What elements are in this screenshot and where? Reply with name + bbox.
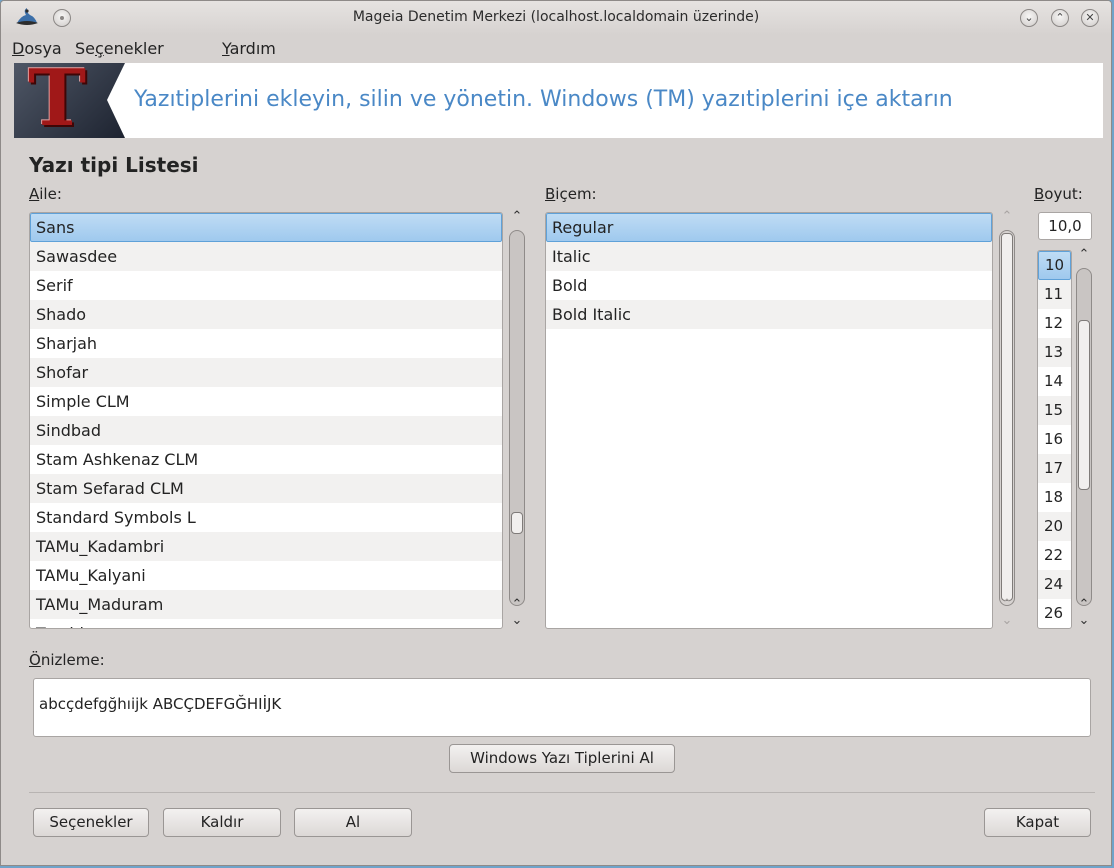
font-family-item[interactable]: Stam Sefarad CLM <box>30 474 502 503</box>
font-style-item[interactable]: Bold Italic <box>546 300 992 329</box>
font-family-item[interactable]: TAMu_Kadambri <box>30 532 502 561</box>
font-size-item[interactable]: 11 <box>1038 280 1071 309</box>
font-family-item[interactable]: Stam Ashkenaz CLM <box>30 445 502 474</box>
header-banner: T Yazıtiplerini ekleyin, silin ve yöneti… <box>14 59 1103 139</box>
close-icon: ✕ <box>1085 11 1095 24</box>
minimize-button[interactable]: ⌄ <box>1020 9 1038 27</box>
font-family-item[interactable]: Simple CLM <box>30 387 502 416</box>
chevron-up-icon[interactable]: ⌃ <box>1076 248 1092 262</box>
chevron-down-icon[interactable]: ⌄ <box>999 614 1015 628</box>
font-family-item[interactable]: Sawasdee <box>30 242 502 271</box>
font-size-item[interactable]: 24 <box>1038 570 1071 599</box>
font-size-item[interactable]: 22 <box>1038 541 1071 570</box>
separator <box>29 792 1095 793</box>
chevron-up-icon[interactable]: ⌃ <box>509 598 525 612</box>
preview-box: abcçdefgğhıijk ABCÇDEFGĞHIİJK <box>33 678 1091 737</box>
font-family-item[interactable]: Sindbad <box>30 416 502 445</box>
section-title: Yazı tipi Listesi <box>29 153 199 177</box>
fonts-logo-icon: T <box>14 59 125 139</box>
main-window: Mageia Denetim Merkezi (localhost.locald… <box>0 0 1112 866</box>
font-family-item[interactable]: Shado <box>30 300 502 329</box>
font-family-item[interactable]: TAMu_Kalyani <box>30 561 502 590</box>
chevron-up-icon: ⌃ <box>1055 11 1065 24</box>
family-label: Aile: <box>29 185 62 203</box>
font-size-item[interactable]: 16 <box>1038 425 1071 454</box>
style-scrollbar[interactable]: ⌃ ⌃ ⌄ <box>998 210 1016 630</box>
chevron-up-icon[interactable]: ⌃ <box>509 210 525 224</box>
menu-yardim[interactable]: Yardım <box>222 39 276 58</box>
chevron-up-icon[interactable]: ⌃ <box>999 210 1015 224</box>
close-button[interactable]: Kapat <box>984 808 1091 837</box>
remove-button[interactable]: Kaldır <box>163 808 281 837</box>
family-list[interactable]: Sans Sawasdee Serif Shado Sharjah Shofar Simpl… <box>29 212 503 629</box>
window-title: Mageia Denetim Merkezi (localhost.locald… <box>352 9 760 25</box>
scroll-handle[interactable] <box>1078 320 1090 490</box>
scroll-handle[interactable] <box>1001 233 1013 601</box>
menu-secenekler[interactable]: Seçenekler <box>75 39 164 58</box>
chevron-down-icon: ⌄ <box>1024 11 1034 24</box>
font-size-item[interactable]: 18 <box>1038 483 1071 512</box>
get-button[interactable]: Al <box>294 808 412 837</box>
font-family-item[interactable]: Standard Symbols L <box>30 503 502 532</box>
font-style-item[interactable]: Bold <box>546 271 992 300</box>
font-size-item[interactable]: 26 <box>1038 599 1071 628</box>
menubar: Dosya Seçenekler Yardım <box>1 35 1111 63</box>
size-input[interactable]: 10,0 <box>1038 212 1092 240</box>
style-list[interactable]: Regular Italic Bold Bold Italic <box>545 212 993 629</box>
font-family-item[interactable]: Sharjah <box>30 329 502 358</box>
titlebar[interactable]: Mageia Denetim Merkezi (localhost.locald… <box>1 1 1111 35</box>
close-window-button[interactable]: ✕ <box>1081 9 1099 27</box>
chevron-down-icon[interactable]: ⌄ <box>509 614 525 628</box>
font-size-item[interactable]: 10 <box>1038 251 1071 280</box>
scroll-handle[interactable] <box>511 512 523 534</box>
font-size-item[interactable]: 12 <box>1038 309 1071 338</box>
font-family-item[interactable]: Shofar <box>30 358 502 387</box>
scroll-track[interactable] <box>509 230 525 606</box>
font-family-item[interactable]: Tarablus <box>30 619 502 628</box>
size-label: Boyut: <box>1034 185 1083 203</box>
font-family-item[interactable]: TAMu_Maduram <box>30 590 502 619</box>
font-size-item[interactable]: 13 <box>1038 338 1071 367</box>
size-scrollbar[interactable]: ⌃ ⌃ ⌄ <box>1075 248 1093 630</box>
preview-label: Önizleme: <box>29 651 105 669</box>
font-family-item[interactable]: Sans <box>30 213 502 242</box>
font-style-item[interactable]: Italic <box>546 242 992 271</box>
chevron-up-icon[interactable]: ⌃ <box>999 598 1015 612</box>
chevron-down-icon[interactable]: ⌄ <box>1076 614 1092 628</box>
style-label: Biçem: <box>545 185 597 203</box>
preview-text: abcçdefgğhıijk ABCÇDEFGĞHIİJK <box>39 695 282 713</box>
family-scrollbar[interactable]: ⌃ ⌃ ⌄ <box>508 210 526 630</box>
maximize-button[interactable]: ⌃ <box>1051 9 1069 27</box>
font-family-item[interactable]: Serif <box>30 271 502 300</box>
size-list[interactable]: 10 11 12 13 14 15 16 17 18 20 22 24 26 <box>1037 250 1072 629</box>
banner-text: Yazıtiplerini ekleyin, silin ve yönetin.… <box>134 87 953 112</box>
options-button[interactable]: Seçenekler <box>33 808 149 837</box>
chevron-up-icon[interactable]: ⌃ <box>1076 598 1092 612</box>
font-size-item[interactable]: 14 <box>1038 367 1071 396</box>
font-size-item[interactable]: 15 <box>1038 396 1071 425</box>
font-size-item[interactable]: 17 <box>1038 454 1071 483</box>
font-style-item[interactable]: Regular <box>546 213 992 242</box>
import-windows-fonts-button[interactable]: Windows Yazı Tiplerini Al <box>449 744 675 773</box>
font-size-item[interactable]: 20 <box>1038 512 1071 541</box>
